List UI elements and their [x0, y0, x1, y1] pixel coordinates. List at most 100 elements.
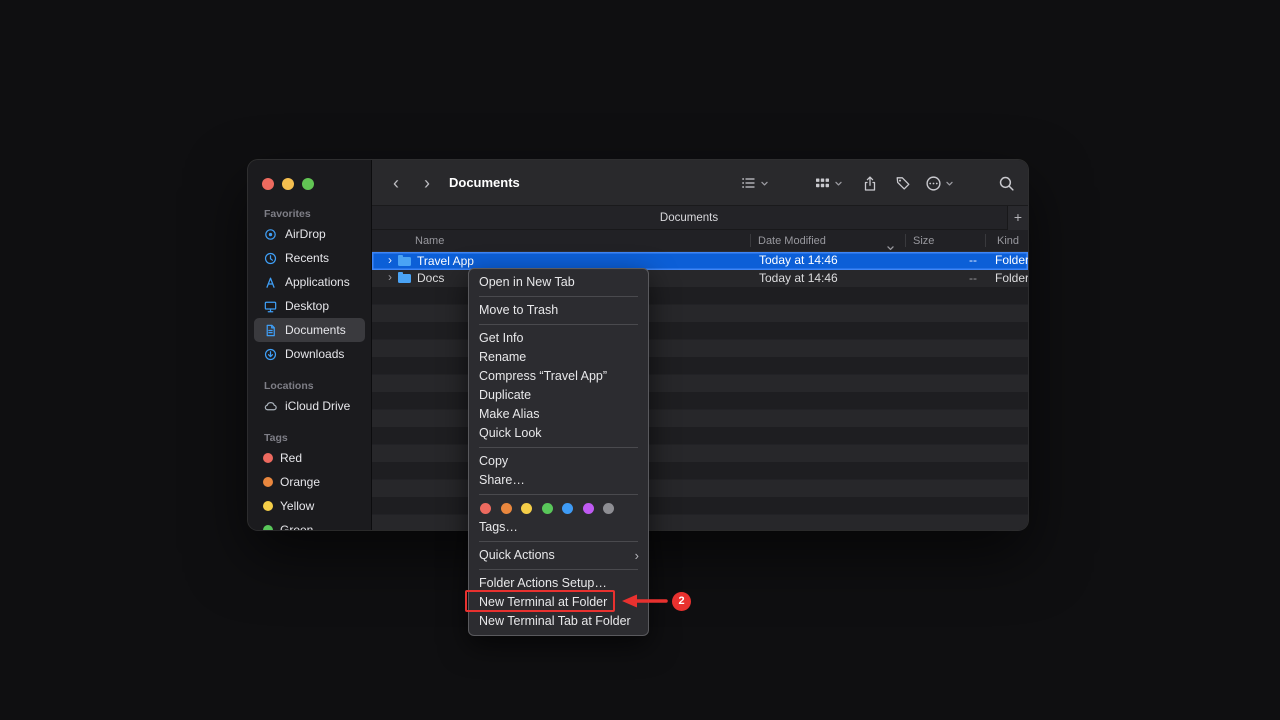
- menu-item-new-terminal-tab-at-folder[interactable]: New Terminal Tab at Folder: [469, 612, 648, 631]
- sidebar-item-desktop[interactable]: Desktop: [254, 294, 365, 318]
- folder-icon: [398, 274, 411, 283]
- sidebar-item-recents[interactable]: Recents: [254, 246, 365, 270]
- column-header-name[interactable]: Name: [415, 230, 444, 252]
- column-headers: Name Date Modified Size Kind: [372, 230, 1028, 252]
- gray-tag-swatch[interactable]: [603, 503, 614, 514]
- column-divider[interactable]: [905, 234, 906, 247]
- new-tab-button[interactable]: +: [1007, 206, 1028, 230]
- close-window-button[interactable]: [262, 178, 274, 190]
- list-view-icon: [740, 175, 757, 191]
- menu-item-tags[interactable]: Tags…: [469, 518, 648, 537]
- sidebar-item-label: Green: [280, 523, 313, 530]
- file-row-travel-app[interactable]: › Travel App Today at 14:46 -- Folder: [372, 252, 1028, 270]
- sidebar-item-label: Orange: [280, 475, 320, 489]
- toolbar: ‹ › Documents: [372, 160, 1028, 206]
- search-button[interactable]: [998, 175, 1015, 192]
- icloud-icon: [263, 399, 278, 414]
- back-button[interactable]: ‹: [385, 173, 407, 194]
- sidebar-item-label: Downloads: [285, 347, 344, 361]
- file-date-modified: Today at 14:46: [759, 252, 838, 270]
- menu-item-quick-look[interactable]: Quick Look: [469, 424, 648, 443]
- blue-tag-swatch[interactable]: [562, 503, 573, 514]
- sidebar-section-favorites: Favorites: [248, 206, 371, 222]
- sidebar-section-locations: Locations: [248, 378, 371, 394]
- file-kind: Folder: [995, 270, 1028, 288]
- tag-button[interactable]: [895, 175, 911, 191]
- file-date-modified: Today at 14:46: [759, 270, 838, 288]
- group-view-button[interactable]: [814, 175, 843, 191]
- sidebar-item-tag-yellow[interactable]: Yellow: [254, 494, 365, 518]
- annotation-highlight-box: [465, 590, 615, 612]
- menu-separator: [479, 494, 638, 495]
- sidebar-item-label: Red: [280, 451, 302, 465]
- menu-item-open-in-new-tab[interactable]: Open in New Tab: [469, 273, 648, 292]
- sidebar-item-label: Recents: [285, 251, 329, 265]
- menu-item-make-alias[interactable]: Make Alias: [469, 405, 648, 424]
- menu-tag-swatches: [469, 499, 648, 518]
- menu-separator: [479, 447, 638, 448]
- more-actions-button[interactable]: [925, 175, 954, 192]
- downloads-icon: [263, 347, 278, 362]
- disclosure-chevron-icon[interactable]: ›: [388, 270, 392, 284]
- menu-separator: [479, 324, 638, 325]
- tab-documents[interactable]: Documents: [372, 206, 1006, 230]
- menu-item-rename[interactable]: Rename: [469, 348, 648, 367]
- window-title: Documents: [449, 175, 520, 190]
- column-header-size[interactable]: Size: [913, 230, 934, 252]
- tab-bar: Documents +: [372, 206, 1028, 230]
- menu-item-quick-actions[interactable]: Quick Actions ›: [469, 546, 648, 565]
- sidebar-item-documents[interactable]: Documents: [254, 318, 365, 342]
- desktop-background: Favorites AirDrop Recents Applications: [0, 0, 1280, 720]
- sidebar-item-airdrop[interactable]: AirDrop: [254, 222, 365, 246]
- disclosure-chevron-icon[interactable]: ›: [388, 253, 392, 267]
- menu-item-compress[interactable]: Compress “Travel App”: [469, 367, 648, 386]
- orange-tag-icon: [263, 477, 273, 487]
- sidebar-item-downloads[interactable]: Downloads: [254, 342, 365, 366]
- forward-button[interactable]: ›: [416, 173, 438, 194]
- chevron-down-icon: [760, 179, 769, 188]
- share-icon: [862, 175, 878, 192]
- recents-icon: [263, 251, 278, 266]
- grid-view-icon: [814, 175, 831, 191]
- file-name: Travel App: [417, 254, 474, 268]
- menu-separator: [479, 296, 638, 297]
- column-divider[interactable]: [985, 234, 986, 247]
- annotation-step-badge: 2: [672, 592, 691, 611]
- menu-item-get-info[interactable]: Get Info: [469, 329, 648, 348]
- red-tag-icon: [263, 453, 273, 463]
- purple-tag-swatch[interactable]: [583, 503, 594, 514]
- window-controls: [262, 178, 314, 190]
- sidebar-item-icloud-drive[interactable]: iCloud Drive: [254, 394, 365, 418]
- column-header-date-modified[interactable]: Date Modified: [758, 230, 826, 252]
- sidebar: Favorites AirDrop Recents Applications: [248, 160, 372, 530]
- sidebar-item-tag-orange[interactable]: Orange: [254, 470, 365, 494]
- green-tag-swatch[interactable]: [542, 503, 553, 514]
- yellow-tag-swatch[interactable]: [521, 503, 532, 514]
- search-icon: [998, 175, 1015, 192]
- desktop-icon: [263, 299, 278, 314]
- menu-item-copy[interactable]: Copy: [469, 452, 648, 471]
- more-icon: [925, 175, 942, 192]
- green-tag-icon: [263, 525, 273, 530]
- menu-item-label: Quick Actions: [479, 548, 555, 562]
- list-view-button[interactable]: [740, 175, 769, 191]
- sidebar-item-label: Applications: [285, 275, 350, 289]
- menu-item-move-to-trash[interactable]: Move to Trash: [469, 301, 648, 320]
- column-header-kind[interactable]: Kind: [997, 230, 1019, 252]
- share-button[interactable]: [862, 175, 878, 192]
- context-menu: Open in New Tab Move to Trash Get Info R…: [468, 268, 649, 636]
- sidebar-item-tag-red[interactable]: Red: [254, 446, 365, 470]
- yellow-tag-icon: [263, 501, 273, 511]
- orange-tag-swatch[interactable]: [501, 503, 512, 514]
- file-kind: Folder: [995, 252, 1028, 270]
- red-tag-swatch[interactable]: [480, 503, 491, 514]
- minimize-window-button[interactable]: [282, 178, 294, 190]
- sidebar-item-tag-green[interactable]: Green: [254, 518, 365, 530]
- menu-item-duplicate[interactable]: Duplicate: [469, 386, 648, 405]
- sidebar-item-label: Documents: [285, 323, 346, 337]
- zoom-window-button[interactable]: [302, 178, 314, 190]
- column-divider[interactable]: [750, 234, 751, 247]
- sidebar-item-applications[interactable]: Applications: [254, 270, 365, 294]
- menu-item-share[interactable]: Share…: [469, 471, 648, 490]
- chevron-down-icon: [834, 179, 843, 188]
